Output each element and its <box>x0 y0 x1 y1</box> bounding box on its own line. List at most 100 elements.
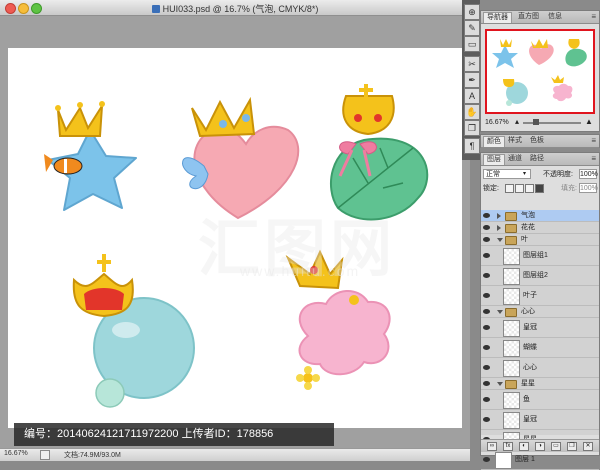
zoom-in-icon[interactable]: ▲ <box>585 117 593 126</box>
mask-icon[interactable]: ◐ <box>519 442 529 451</box>
layer-name: 皇冠 <box>523 324 537 331</box>
layer-thumbnail <box>503 360 520 377</box>
opacity-field[interactable]: 100% <box>579 169 598 179</box>
layer-row[interactable]: 鱼 <box>481 390 599 410</box>
expanded-triangle-icon[interactable] <box>497 238 503 242</box>
eye-icon[interactable] <box>483 381 490 386</box>
fx-icon[interactable]: fx <box>503 442 513 451</box>
opacity-label: 不透明度: <box>543 171 573 178</box>
eye-icon[interactable] <box>483 253 490 258</box>
eye-icon[interactable] <box>483 213 490 218</box>
lock-position-icon[interactable] <box>525 184 534 193</box>
folder-icon <box>505 236 517 245</box>
color-panel: 颜色 样式 色板 ≡ <box>480 134 600 148</box>
panel-menu-icon[interactable]: ≡ <box>591 12 596 21</box>
navigator-preview[interactable] <box>485 29 595 114</box>
layer-group-row[interactable]: 气泡 <box>481 210 599 222</box>
layer-name: 气泡 <box>521 212 535 219</box>
layer-row[interactable]: 皇冠 <box>481 318 599 338</box>
collapsed-triangle-icon[interactable] <box>497 225 501 231</box>
tab-channels[interactable]: 通道 <box>505 154 525 164</box>
tab-styles[interactable]: 样式 <box>505 136 525 146</box>
layer-row[interactable]: 皇冠 <box>481 410 599 430</box>
tab-swatches[interactable]: 色板 <box>527 136 547 146</box>
paragraph-icon[interactable]: ¶ <box>464 138 480 154</box>
tab-histogram[interactable]: 直方图 <box>515 12 542 22</box>
adjustment-icon[interactable]: ◑ <box>535 442 545 451</box>
hand-icon[interactable]: ✋ <box>464 104 480 120</box>
navigator-zoom-knob[interactable] <box>533 119 539 125</box>
canvas-area[interactable]: 汇图网 www.huitu.com <box>0 16 470 448</box>
layer-group-row[interactable]: 星星 <box>481 378 599 390</box>
eye-icon[interactable] <box>483 345 490 350</box>
layer-name: 叶子 <box>523 292 537 299</box>
layer-name: 心心 <box>523 364 537 371</box>
move-icon[interactable]: ⊕ <box>464 4 480 20</box>
lock-all-icon[interactable] <box>535 184 544 193</box>
tool-strip: ⊕ ✎ ▭ ✂ ✒ A ✋ ❐ ¶ <box>462 0 480 160</box>
navigator-zoom-value[interactable]: 16.67% <box>485 119 509 126</box>
layer-thumbnail <box>503 340 520 357</box>
tab-info[interactable]: 信息 <box>545 12 565 22</box>
color-panel-menu-icon[interactable]: ≡ <box>591 136 596 145</box>
status-zoom[interactable]: 16.67% <box>4 450 28 457</box>
layer-row[interactable]: 图层组2 <box>481 266 599 286</box>
lock-transparency-icon[interactable] <box>505 184 514 193</box>
fill-field[interactable]: 100% <box>579 183 598 193</box>
blend-opacity-row: 正常 ▾ 不透明度: 100% <box>483 168 598 181</box>
layer-group-row[interactable]: 心心 <box>481 306 599 318</box>
layers-panel-menu-icon[interactable]: ≡ <box>591 154 596 163</box>
trash-icon[interactable]: ✕ <box>583 442 593 451</box>
paint-icon[interactable]: ✂ <box>464 56 480 72</box>
layer-group-row[interactable]: 叶 <box>481 234 599 246</box>
eye-icon[interactable] <box>483 293 490 298</box>
expanded-triangle-icon[interactable] <box>497 310 503 314</box>
eye-icon[interactable] <box>483 237 490 242</box>
collapsed-triangle-icon[interactable] <box>497 213 501 219</box>
psd-file-icon <box>151 5 160 13</box>
navigator-zoom-row: 16.67% ▴ ▲ <box>481 117 599 129</box>
watermark-url: www.huitu.com <box>240 263 361 279</box>
layer-row[interactable]: 图层组1 <box>481 246 599 266</box>
status-info-icon[interactable] <box>40 450 50 460</box>
layer-row[interactable]: 心心 <box>481 358 599 378</box>
folder-icon <box>505 308 517 317</box>
new-group-icon[interactable]: ▭ <box>551 442 561 451</box>
eye-icon[interactable] <box>483 225 490 230</box>
navigator-zoom-slider[interactable] <box>523 122 581 124</box>
eye-icon[interactable] <box>483 417 490 422</box>
layer-row[interactable]: 叶子 <box>481 286 599 306</box>
link-icon[interactable]: ∞ <box>487 442 497 451</box>
artboard[interactable]: 汇图网 www.huitu.com <box>8 48 462 428</box>
layer-name: 叶 <box>521 236 528 243</box>
layer-thumbnail <box>503 248 520 265</box>
layer-icon[interactable]: ❐ <box>464 120 480 136</box>
eye-icon[interactable] <box>483 365 490 370</box>
eye-icon[interactable] <box>483 397 490 402</box>
layer-thumbnail <box>503 268 520 285</box>
layer-row[interactable]: 蝴蝶 <box>481 338 599 358</box>
tab-layers[interactable]: 图层 <box>483 154 505 165</box>
chevron-down-icon[interactable]: ▾ <box>523 168 526 181</box>
zoom-out-icon[interactable]: ▴ <box>515 117 519 126</box>
brush-icon[interactable]: ✎ <box>464 20 480 36</box>
eye-icon[interactable] <box>483 325 490 330</box>
layer-row[interactable]: 图层 1 <box>481 450 599 470</box>
layers-panel: 图层 通道 路径 ≡ 正常 ▾ 不透明度: 100% 锁定: 填充: 100% … <box>480 152 600 470</box>
fill-label: 填充: <box>561 185 577 192</box>
pen-icon[interactable]: ✒ <box>464 72 480 88</box>
document-title: HUI033.psd @ 16.7% (气泡, CMYK/8*) <box>0 2 470 15</box>
eye-icon[interactable] <box>483 309 490 314</box>
layer-group-row[interactable]: 花花 <box>481 222 599 234</box>
tab-navigator[interactable]: 导航器 <box>483 12 512 23</box>
eraser-icon[interactable]: ▭ <box>464 36 480 52</box>
star-crown-illustration <box>44 101 137 211</box>
new-layer-icon[interactable]: ❐ <box>567 442 577 451</box>
lock-pixels-icon[interactable] <box>515 184 524 193</box>
tab-color[interactable]: 颜色 <box>483 136 505 147</box>
text-icon[interactable]: A <box>464 88 480 104</box>
tab-paths[interactable]: 路径 <box>527 154 547 164</box>
expanded-triangle-icon[interactable] <box>497 382 503 386</box>
eye-icon[interactable] <box>483 273 490 278</box>
watermark-info-bar: 编号：20140624121711972200 上传者ID：178856 <box>14 423 334 446</box>
